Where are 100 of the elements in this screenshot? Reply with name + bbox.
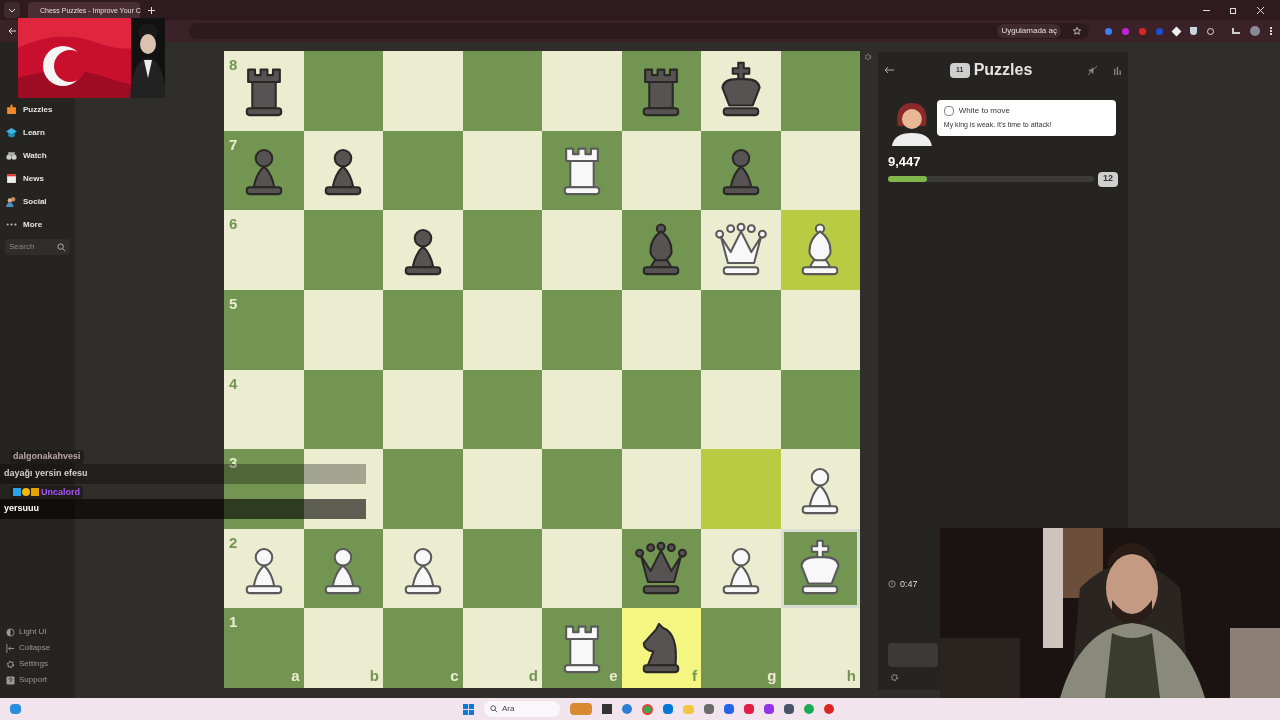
settings-icon[interactable] <box>864 53 872 61</box>
board-square[interactable] <box>621 528 701 609</box>
badge-icon <box>13 488 39 497</box>
chat-username: Uncalord <box>41 485 80 499</box>
shield-icon[interactable] <box>1190 27 1197 35</box>
rank-label: 4 <box>229 373 238 394</box>
nav-item[interactable]: Watch <box>0 144 75 167</box>
people-icon <box>6 196 17 207</box>
back-icon[interactable] <box>884 66 894 74</box>
rank-label: 8 <box>229 55 238 75</box>
chevron-down-icon <box>8 6 16 14</box>
board-square[interactable]: 8 <box>224 51 304 131</box>
nav-item[interactable]: Puzzles <box>0 98 75 121</box>
new-tab-icon[interactable] <box>148 6 155 14</box>
settings-icon <box>6 659 15 669</box>
next-level-badge: 12 <box>1098 171 1118 187</box>
star-icon[interactable] <box>1073 27 1081 35</box>
puzzle-rating: 9,447 <box>887 153 922 171</box>
footer-link[interactable]: Support <box>6 674 75 686</box>
board-square[interactable] <box>701 130 781 211</box>
collapse-icon <box>6 643 15 653</box>
turn-label: White to move <box>958 105 1010 117</box>
nav-item[interactable]: More <box>0 213 75 236</box>
tab-list-button[interactable] <box>4 2 20 18</box>
board-square[interactable] <box>701 51 781 131</box>
help-icon <box>6 675 15 685</box>
board-square[interactable]: 2 <box>224 528 304 609</box>
widget-icon[interactable] <box>10 704 21 714</box>
rank-label: 6 <box>229 214 238 235</box>
open-in-app-button[interactable]: Uygulamada aç <box>997 24 1061 38</box>
panel-title: Puzzles <box>973 60 1033 80</box>
newspaper-icon <box>6 173 17 184</box>
graduation-cap-icon <box>6 127 17 138</box>
browser-icon[interactable] <box>642 703 653 715</box>
search-field[interactable]: Search <box>5 239 70 255</box>
file-label: b <box>369 665 379 686</box>
file-label: d <box>528 665 538 686</box>
file-label: a <box>291 665 300 686</box>
rank-label: 3 <box>229 453 238 474</box>
checkbox[interactable] <box>943 106 954 116</box>
taskbar-search-input[interactable]: Ara <box>502 703 542 715</box>
search-input[interactable]: Search <box>9 241 53 253</box>
clock-icon <box>888 580 896 589</box>
file-label: e <box>609 665 618 686</box>
timer: 0:47 <box>900 577 918 591</box>
board-square[interactable]: 1 a <box>224 608 304 688</box>
close-icon[interactable] <box>1257 6 1264 14</box>
profile-avatar[interactable] <box>1250 26 1260 36</box>
board-square[interactable] <box>303 130 383 211</box>
rank-label: 7 <box>229 134 238 155</box>
board-square[interactable]: e <box>542 608 622 688</box>
chat-message: yersuuu <box>0 499 366 519</box>
nav-item[interactable]: News <box>0 167 75 190</box>
contrast-icon <box>6 627 15 637</box>
taskbar-search-field[interactable]: Ara <box>484 701 560 717</box>
board-square[interactable] <box>701 210 781 290</box>
board-square[interactable]: 5 <box>224 289 304 370</box>
restore-icon[interactable] <box>1230 6 1237 14</box>
file-label: h <box>846 665 856 686</box>
coach-avatar <box>890 100 934 146</box>
binoculars-icon <box>6 150 17 161</box>
footer-link[interactable]: Collapse <box>6 642 75 654</box>
hovered-square[interactable] <box>780 528 860 609</box>
board-square[interactable]: 4 <box>224 369 304 450</box>
file-label: f <box>692 665 697 686</box>
file-label: c <box>450 665 459 686</box>
nav-item[interactable]: Social <box>0 190 75 213</box>
sound-off-icon[interactable] <box>1088 65 1097 75</box>
board-square[interactable] <box>383 528 463 609</box>
footer-link[interactable]: Settings <box>6 658 75 670</box>
board-square[interactable]: 7 <box>224 130 304 211</box>
rank-label: 2 <box>229 532 238 553</box>
board-square[interactable]: 3 <box>224 449 304 529</box>
settings-icon[interactable] <box>890 673 899 682</box>
chat-username: dalgonakahvesi <box>13 450 81 463</box>
nav-item[interactable]: Learn <box>0 121 75 144</box>
highlighted-square[interactable] <box>780 210 860 290</box>
board-square[interactable] <box>701 528 781 609</box>
rank-label: 1 <box>229 612 238 633</box>
app-icon[interactable] <box>663 704 673 714</box>
board-square[interactable]: d <box>462 608 542 688</box>
search-icon <box>57 242 66 252</box>
board-square[interactable] <box>303 528 383 609</box>
search-icon <box>490 705 498 713</box>
extension-icon[interactable] <box>1171 26 1182 36</box>
board-square[interactable] <box>303 449 383 529</box>
board-square[interactable]: c <box>383 608 463 688</box>
board-square[interactable]: 6 <box>224 210 304 290</box>
board-square[interactable]: b <box>303 608 383 688</box>
start-icon[interactable] <box>463 703 474 715</box>
file-label: g <box>767 665 777 686</box>
board-square[interactable] <box>383 210 463 290</box>
board-square[interactable]: g <box>701 608 781 688</box>
footer-link[interactable]: Light UI <box>6 626 75 638</box>
highlighted-square[interactable]: f <box>621 608 701 688</box>
board-square[interactable] <box>780 449 860 529</box>
board-square[interactable] <box>542 130 622 211</box>
stats-icon[interactable] <box>1113 65 1122 75</box>
board-square[interactable]: h <box>780 608 860 688</box>
rank-label: 5 <box>229 293 238 314</box>
